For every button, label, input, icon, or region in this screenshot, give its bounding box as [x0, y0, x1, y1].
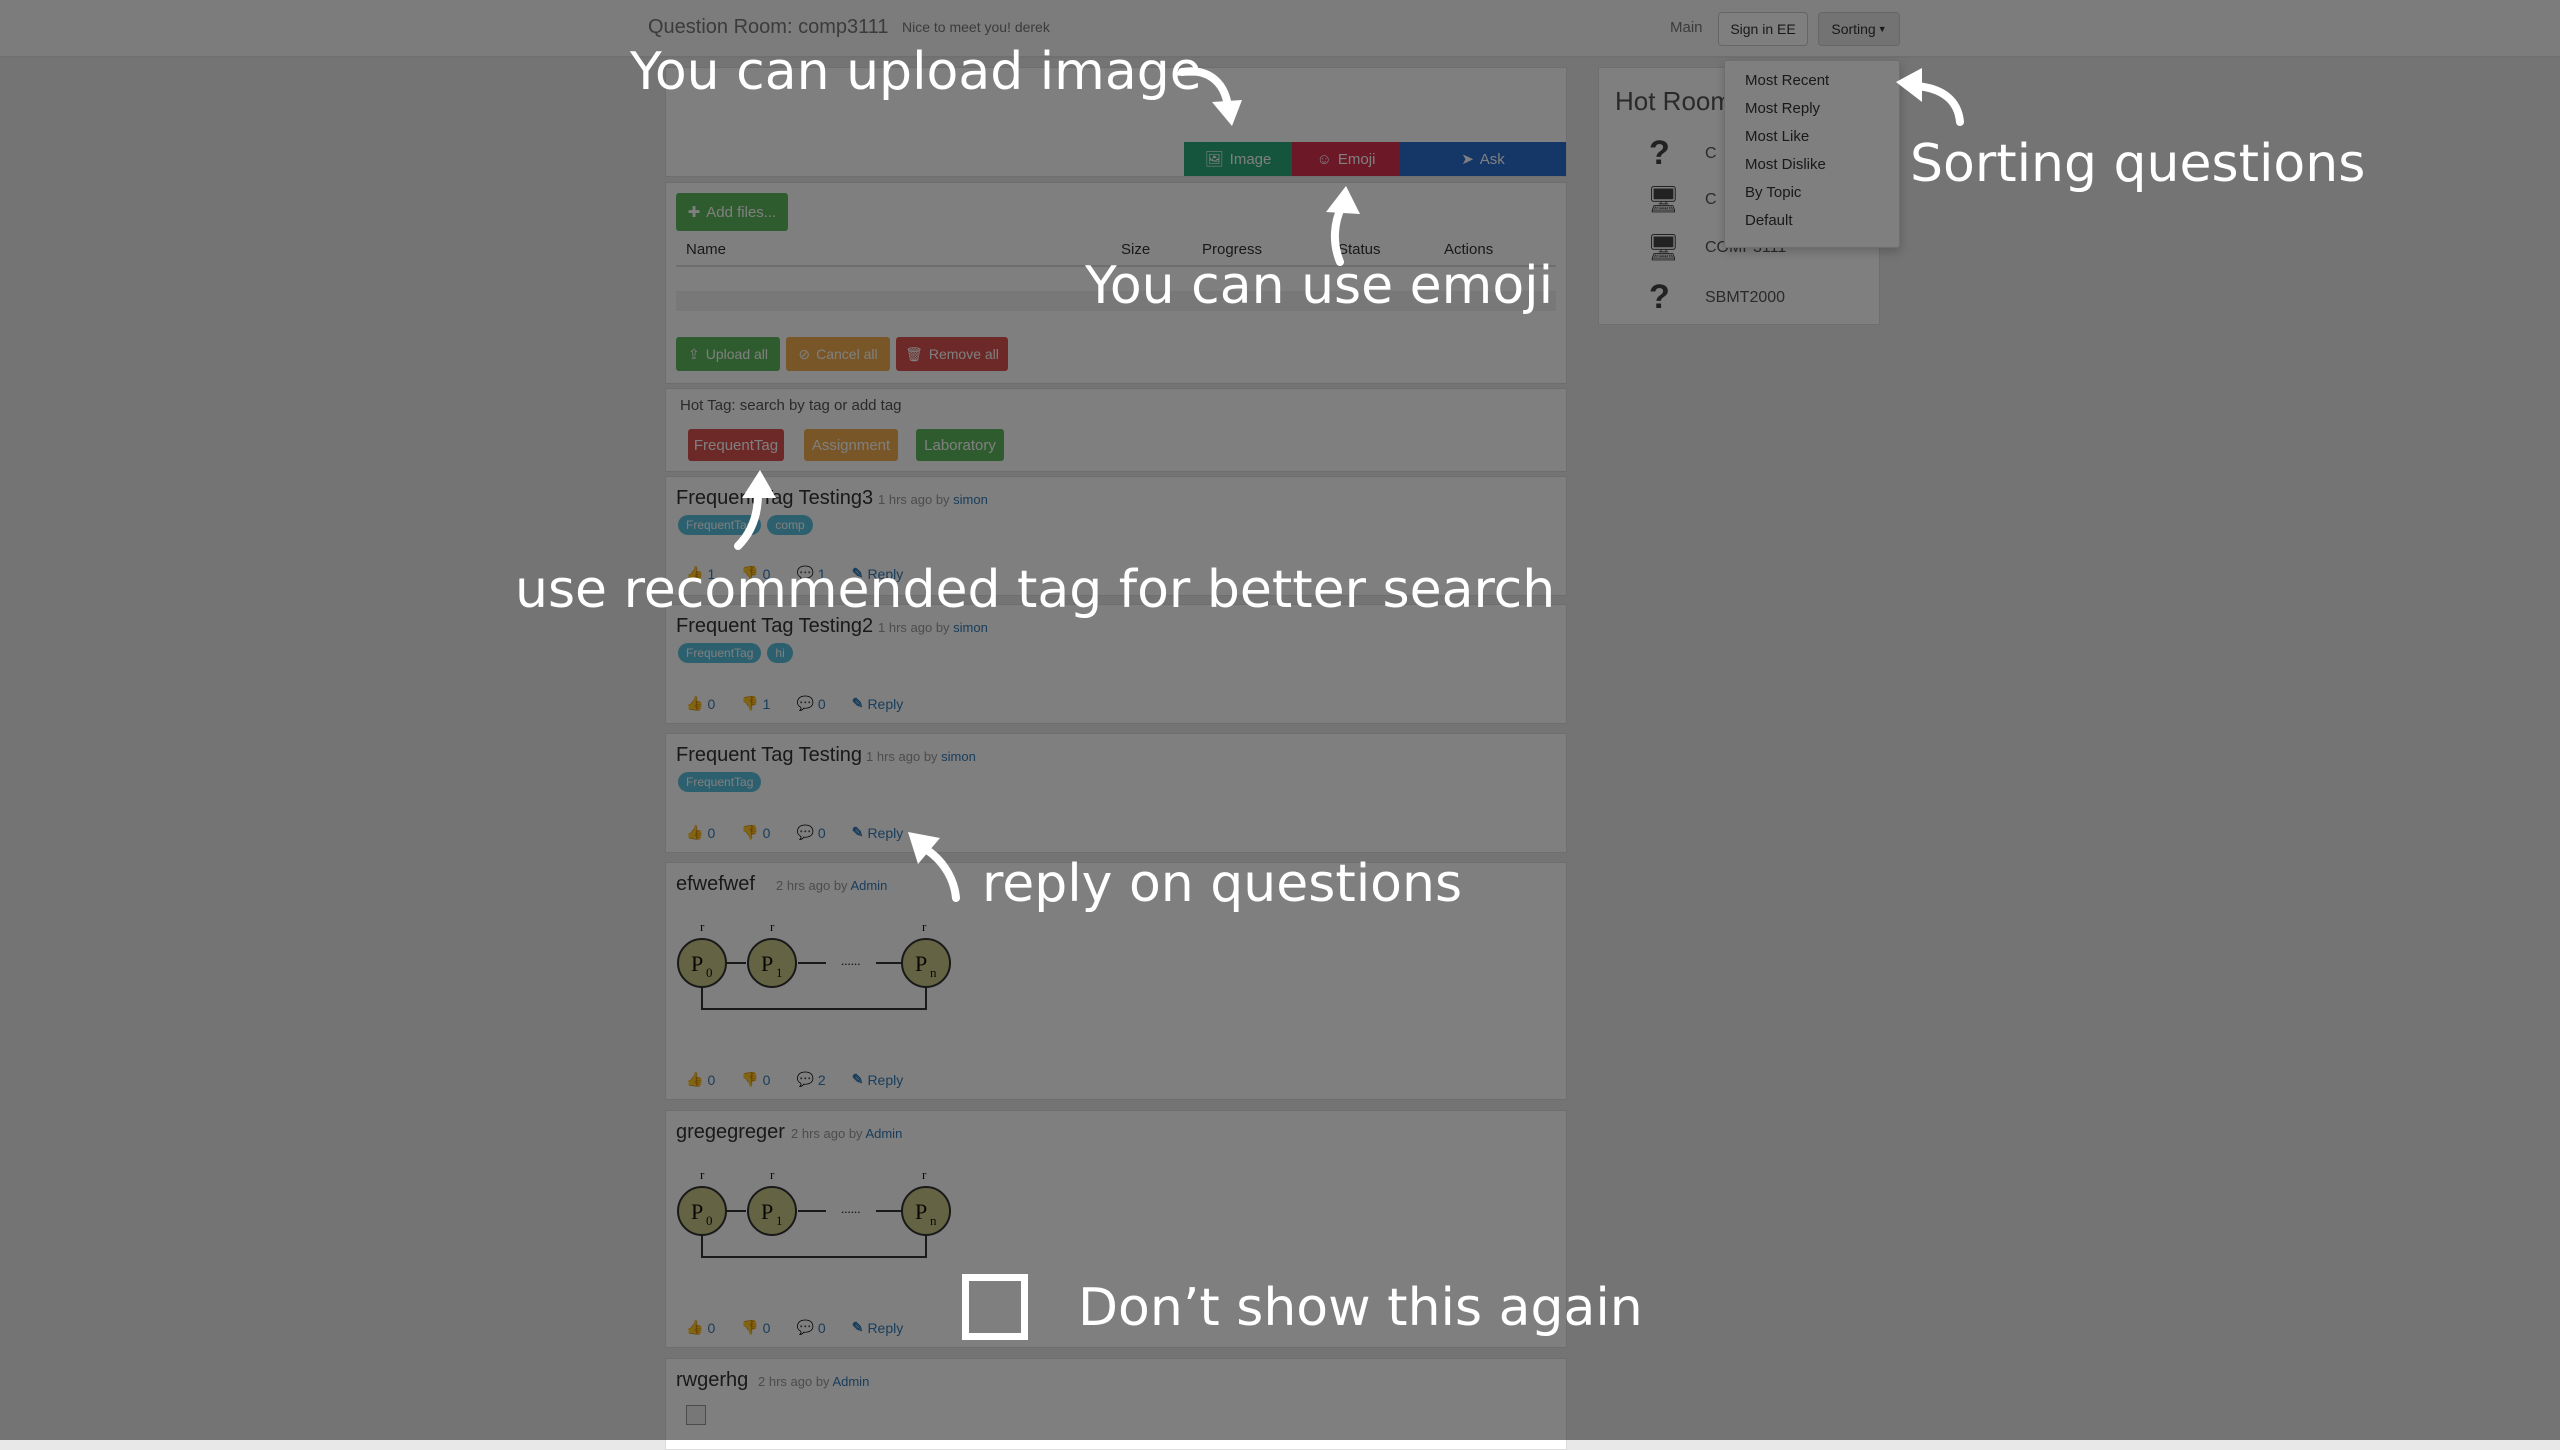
annotation-sorting: Sorting questions: [1910, 134, 2366, 194]
arrow-icon: [1178, 67, 1242, 126]
arrow-icon: [908, 832, 960, 902]
tutorial-overlay[interactable]: [0, 0, 2560, 1440]
arrow-icon: [1896, 68, 1964, 126]
dont-show-checkbox[interactable]: [962, 1274, 1028, 1340]
annotation-upload-image: You can upload image: [630, 42, 1202, 102]
annotation-recommended-tag: use recommended tag for better search: [515, 560, 1556, 620]
arrow-icon: [734, 470, 776, 550]
dont-show-label[interactable]: Don’t show this again: [1078, 1278, 1643, 1338]
annotation-reply: reply on questions: [982, 854, 1463, 914]
arrow-icon: [1326, 186, 1360, 266]
